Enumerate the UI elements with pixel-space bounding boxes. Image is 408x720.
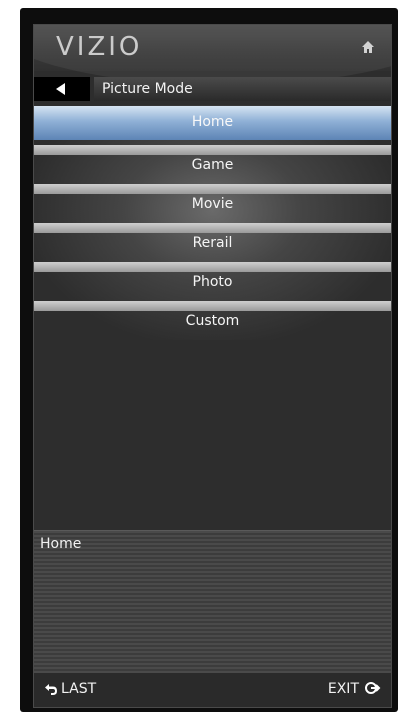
menu-item-label: Movie bbox=[191, 196, 234, 212]
menu-item-game[interactable]: Game bbox=[34, 145, 391, 184]
picture-mode-panel: VIZIO Picture Mode Home Game Movie Rerai… bbox=[33, 24, 392, 708]
menu-item-label: Game bbox=[191, 157, 234, 173]
menu-item-label: Custom bbox=[185, 313, 240, 329]
vizio-logo: VIZIO bbox=[56, 32, 143, 62]
last-button[interactable]: LAST bbox=[44, 681, 96, 697]
menu-item-label: Rerail bbox=[192, 235, 233, 251]
back-arrow-icon bbox=[56, 83, 65, 95]
description-text: Home bbox=[40, 536, 82, 552]
menu-title: Picture Mode bbox=[94, 77, 391, 101]
menu-item-label: Home bbox=[191, 114, 234, 130]
menu-item-home[interactable]: Home bbox=[34, 106, 391, 140]
description-area: Home bbox=[34, 530, 391, 674]
menu-item-movie[interactable]: Movie bbox=[34, 184, 391, 223]
exit-button[interactable]: EXIT bbox=[328, 681, 381, 697]
last-label: LAST bbox=[61, 681, 97, 697]
picture-mode-list: Home Game Movie Rerail Photo Custom bbox=[34, 106, 391, 340]
title-bar: Picture Mode bbox=[34, 77, 391, 101]
back-button[interactable] bbox=[34, 77, 90, 101]
return-icon bbox=[45, 684, 57, 695]
exit-label: EXIT bbox=[327, 681, 359, 697]
exit-icon bbox=[365, 682, 381, 694]
menu-item-rerail[interactable]: Rerail bbox=[34, 223, 391, 262]
menu-item-photo[interactable]: Photo bbox=[34, 262, 391, 301]
panel-header: VIZIO bbox=[34, 25, 391, 85]
footer-bar: LAST EXIT bbox=[34, 673, 391, 707]
menu-item-custom[interactable]: Custom bbox=[34, 301, 391, 340]
menu-item-label: Photo bbox=[192, 274, 233, 290]
home-icon[interactable] bbox=[361, 40, 375, 54]
